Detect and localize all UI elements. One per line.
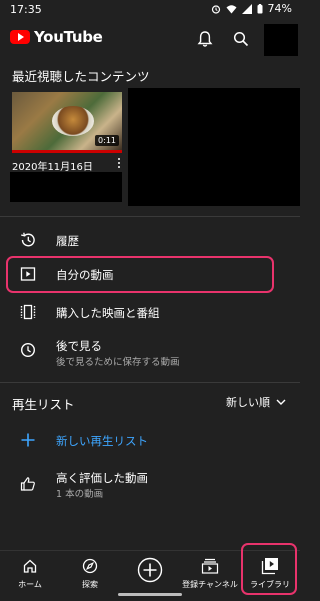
divider (0, 382, 300, 383)
alarm-icon (211, 4, 220, 14)
nav-subscriptions[interactable]: 登録チャンネル (180, 551, 240, 601)
nav-explore[interactable]: 探索 (60, 551, 120, 601)
battery-level: 74% (267, 2, 292, 15)
menu-history[interactable]: 履歴 (0, 226, 300, 254)
liked-sub: 1 本の動画 (56, 489, 104, 500)
film-icon (18, 302, 38, 322)
bell-icon (197, 31, 213, 47)
youtube-play-icon (10, 30, 30, 44)
watch-progress-bar (12, 150, 122, 153)
thumbnail-image (52, 106, 94, 136)
avatar[interactable] (264, 24, 298, 56)
menu-history-label: 履歴 (56, 234, 79, 248)
subscriptions-icon (201, 557, 219, 575)
video-duration: 0:11 (95, 135, 119, 146)
app-title: YouTube (34, 28, 103, 46)
nav-subscriptions-label: 登録チャンネル (182, 580, 238, 589)
new-playlist-button[interactable]: 新しい再生リスト (0, 426, 300, 454)
menu-purchased[interactable]: 購入した映画と番組 (0, 298, 300, 326)
thumbs-up-icon (18, 474, 38, 494)
sort-label: 新しい順 (226, 396, 270, 409)
compass-icon (82, 557, 98, 575)
menu-watch-later[interactable]: 後で見る 後で見るために保存する動画 (0, 334, 300, 370)
video-thumbnail[interactable]: 0:11 (12, 92, 122, 150)
library-highlight-frame (241, 543, 297, 595)
redacted-video-card[interactable] (128, 88, 300, 206)
recent-heading: 最近視聴したコンテンツ (12, 69, 150, 84)
nav-explore-label: 探索 (82, 580, 98, 589)
status-bar: 17:35 74% (0, 0, 300, 20)
notifications-button[interactable] (194, 28, 216, 50)
app-bar: YouTube (0, 20, 300, 60)
search-button[interactable] (230, 28, 252, 50)
battery-icon (257, 3, 263, 13)
highlight-frame (6, 256, 274, 293)
divider (0, 216, 300, 217)
plus-icon (18, 430, 38, 450)
playlist-liked[interactable]: 高く評価した動画 1 本の動画 (0, 466, 300, 502)
history-icon (18, 230, 38, 250)
video-more-button[interactable] (115, 156, 123, 170)
redacted-title (10, 172, 122, 202)
new-playlist-label: 新しい再生リスト (56, 434, 148, 448)
chevron-down-icon (276, 399, 286, 405)
video-date: 2020年11月16日 (12, 162, 93, 173)
liked-label: 高く評価した動画 (56, 471, 148, 485)
status-time: 17:35 (10, 3, 42, 16)
playlists-heading: 再生リスト (12, 397, 75, 412)
add-circle-icon (137, 557, 163, 583)
gesture-handle[interactable] (118, 593, 182, 596)
youtube-logo[interactable]: YouTube (10, 28, 103, 46)
sort-dropdown[interactable]: 新しい順 (226, 394, 286, 410)
signal-icon (241, 3, 252, 14)
nav-home-label: ホーム (18, 580, 42, 589)
menu-purchased-label: 購入した映画と番組 (56, 306, 160, 320)
menu-watch-later-sub: 後で見るために保存する動画 (56, 357, 180, 368)
search-icon (233, 31, 249, 47)
nav-home[interactable]: ホーム (0, 551, 60, 601)
status-icons: 74% (211, 2, 292, 15)
home-icon (22, 557, 38, 575)
wifi-icon (226, 4, 237, 13)
menu-watch-later-label: 後で見る (56, 339, 102, 353)
clock-icon (18, 340, 38, 360)
more-vert-icon (118, 162, 120, 164)
